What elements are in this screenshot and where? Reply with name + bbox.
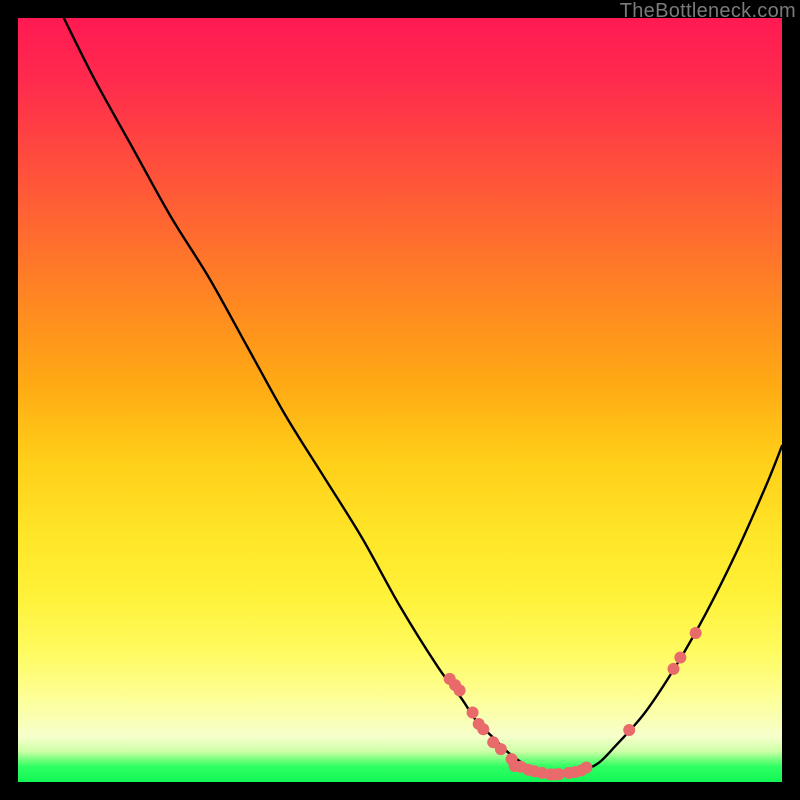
data-marker [580,761,592,773]
data-marker [495,743,507,755]
data-markers [444,627,702,780]
chart-frame: TheBottleneck.com [0,0,800,800]
plot-area [18,18,782,782]
data-marker [477,723,489,735]
data-marker [690,627,702,639]
data-marker [623,724,635,736]
data-marker [674,651,686,663]
bottleneck-curve [64,18,782,775]
data-marker [454,684,466,696]
data-marker [467,706,479,718]
data-marker [668,663,680,675]
curve-svg [18,18,782,782]
